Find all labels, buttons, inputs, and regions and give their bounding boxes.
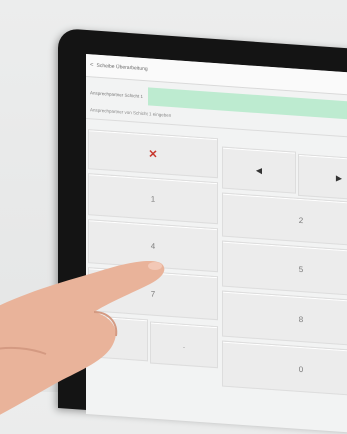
key-2[interactable]: 2 [222,192,347,248]
right-arrow-button[interactable]: ▶ [298,153,347,202]
key-4[interactable]: 4 [88,219,218,273]
page-title: Scheibe Überarbeitung [96,62,148,73]
tablet-screen: < Scheibe Überarbeitung Ansprechpartner … [86,54,347,434]
left-arrow-button[interactable]: ◀ [222,146,296,194]
key-0[interactable]: 0 [222,340,347,398]
key-blank[interactable] [88,315,148,362]
key-7[interactable]: 7 [88,267,218,321]
tablet: < Scheibe Überarbeitung Ansprechpartner … [0,0,347,434]
field-label: Ansprechpartner Schicht 1 [90,89,144,99]
key-8[interactable]: 8 [222,290,347,348]
clear-button[interactable]: ✕ [88,129,218,179]
back-icon[interactable]: < [90,62,94,68]
key-5[interactable]: 5 [222,240,347,298]
key-1[interactable]: 1 [88,173,218,225]
key-dot[interactable]: . [150,321,218,369]
keypad: ✕ ◀ ▶ 1 2 4 5 7 8 . 0 [86,125,347,434]
